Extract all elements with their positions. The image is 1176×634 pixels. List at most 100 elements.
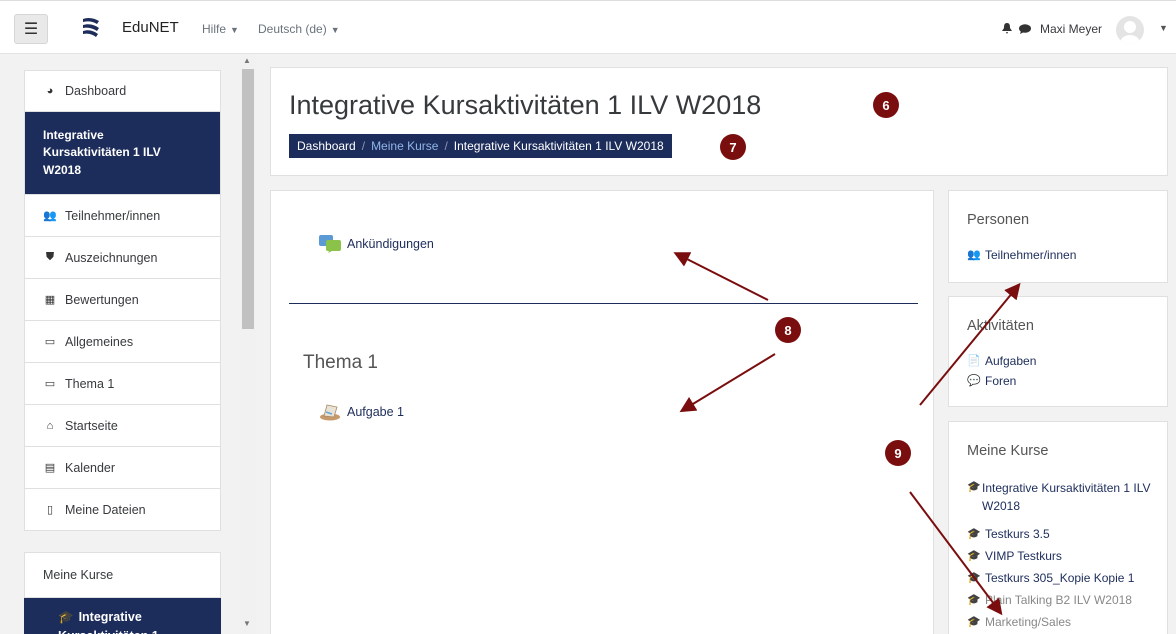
graduation-cap-icon: 🎓 [967, 616, 981, 628]
sidebar-group-header[interactable]: Meine Kurse [24, 552, 221, 598]
site-name[interactable]: EduNET [122, 19, 179, 36]
language-menu[interactable]: Deutsch (de) ▼ [258, 22, 340, 36]
sidebar-my-courses: Meine Kurse 🎓Integrative Kursaktivitäten… [24, 552, 221, 634]
annotation-badge: 8 [775, 317, 801, 343]
page-header: Integrative Kursaktivitäten 1 ILV W2018 … [270, 67, 1168, 176]
bell-icon[interactable] [1002, 23, 1012, 34]
table-icon: ▦ [44, 294, 56, 306]
sidebar-item-grades[interactable]: ▦ Bewertungen [24, 279, 221, 321]
assignments-link[interactable]: 📄 Aufgaben [967, 354, 1036, 368]
sidebar-item-label: Integrative Kursaktivitäten 1 ILV W2018 [43, 127, 161, 177]
sidebar: ◕ Dashboard Integrative Kursaktivitäten 1… [0, 55, 256, 634]
sidebar-item-label: Meine Dateien [65, 502, 146, 517]
sidebar-item-badges[interactable]: ⛊ Auszeichnungen [24, 237, 221, 279]
assignment-link[interactable]: Aufgabe 1 [347, 405, 404, 419]
user-name[interactable]: Maxi Meyer [1040, 22, 1102, 36]
course-link[interactable]: 🎓 Plain Talking B2 ILV W2018 [967, 593, 1132, 607]
menu-toggle-button[interactable]: ☰ [14, 14, 48, 44]
assignment-icon: 📄 [967, 355, 981, 367]
sidebar-item-label: Bewertungen [65, 292, 139, 307]
scroll-down-arrow-icon[interactable]: ▼ [243, 619, 251, 628]
graduation-cap-icon: 🎓 [967, 550, 981, 562]
link-label: Plain Talking B2 ILV W2018 [985, 593, 1132, 607]
forums-link[interactable]: 💬 Foren [967, 374, 1016, 388]
sidebar-item-topic-1[interactable]: ▭ Thema 1 [24, 363, 221, 405]
breadcrumb-my-courses[interactable]: Meine Kurse [371, 139, 438, 153]
avatar[interactable] [1116, 16, 1144, 44]
announcements-activity[interactable]: Ankündigungen [319, 235, 434, 253]
link-label: Testkurs 3.5 [985, 527, 1050, 541]
breadcrumb-separator: / [444, 139, 448, 153]
chevron-down-icon: ▼ [330, 25, 340, 35]
sidebar-item-current-course[interactable]: Integrative Kursaktivitäten 1 ILV W2018 [24, 112, 221, 195]
annotation-badge: 7 [720, 134, 746, 160]
course-content: Ankündigungen Thema 1 Aufgabe 1 [270, 190, 934, 634]
link-label: Integrative Kursaktivitäten 1 ILV W2018 [982, 481, 1151, 513]
graduation-cap-icon: 🎓 [967, 528, 981, 540]
edunet-logo-icon[interactable] [80, 15, 102, 39]
block-title: Meine Kurse [967, 443, 1049, 459]
link-label: Foren [985, 374, 1017, 388]
sidebar-item-label: Dashboard [65, 84, 127, 98]
link-label: Teilnehmer/innen [985, 248, 1077, 262]
file-icon: ▯ [46, 504, 54, 516]
participants-link[interactable]: 👥 Teilnehmer/innen [967, 248, 1076, 262]
sidebar-item-participants[interactable]: 👥 Teilnehmer/innen [24, 195, 221, 237]
page-title: Integrative Kursaktivitäten 1 ILV W2018 [289, 90, 762, 120]
course-link[interactable]: 🎓 VIMP Testkurs [967, 549, 1062, 563]
shield-icon: ⛊ [45, 251, 55, 263]
block-title: Aktivitäten [967, 318, 1034, 334]
forum-icon: 💬 [967, 375, 981, 387]
sidebar-item-general[interactable]: ▭ Allgemeines [24, 321, 221, 363]
announcements-link[interactable]: Ankündigungen [347, 237, 434, 251]
home-icon: ⌂ [46, 419, 54, 432]
sidebar-item-my-files[interactable]: ▯ Meine Dateien [24, 489, 221, 531]
annotation-badge: 9 [885, 440, 911, 466]
block-activities: Aktivitäten 📄 Aufgaben 💬 Foren [948, 296, 1168, 407]
assignment-activity[interactable]: Aufgabe 1 [319, 403, 404, 421]
sidebar-item-calendar[interactable]: ▤ Kalender [24, 447, 221, 489]
course-link[interactable]: 🎓 Marketing/Sales [967, 615, 1071, 629]
sidebar-item-dashboard[interactable]: ◕ Dashboard [24, 70, 221, 112]
chevron-down-icon: ▼ [230, 25, 239, 35]
scroll-up-arrow-icon[interactable]: ▲ [243, 56, 251, 65]
breadcrumb-separator: / [361, 139, 366, 153]
dashboard-icon: ◕ [46, 85, 54, 97]
top-navbar: ☰ EduNET Hilfe ▼ Deutsch (de) ▼ Maxi Meyer… [0, 0, 1176, 54]
forum-icon [319, 235, 341, 253]
chevron-down-icon[interactable]: ▼ [1159, 23, 1168, 33]
graduation-cap-icon: 🎓 [58, 610, 74, 624]
course-link[interactable]: 🎓 Testkurs 305_Kopie Kopie 1 [967, 571, 1134, 585]
section-title: Thema 1 [303, 352, 378, 373]
link-label: Marketing/Sales [985, 615, 1072, 629]
breadcrumb-dashboard[interactable]: Dashboard [297, 139, 356, 153]
sidebar-item-course[interactable]: 🎓Integrative Kursaktivitäten 1 [24, 598, 221, 634]
folder-icon: ▭ [44, 378, 56, 390]
annotation-badge: 6 [873, 92, 899, 118]
calendar-icon: ▤ [44, 462, 56, 474]
link-label: Testkurs 305_Kopie Kopie 1 [985, 571, 1135, 585]
breadcrumb: Dashboard / Meine Kurse / Integrative Ku… [289, 134, 672, 158]
sidebar-item-home[interactable]: ⌂ Startseite [24, 405, 221, 447]
block-my-courses: Meine Kurse 🎓 Integrative Kursaktivitäten… [948, 421, 1168, 634]
sidebar-item-label: Allgemeines [65, 334, 134, 349]
scrollbar-thumb[interactable] [242, 69, 254, 329]
sidebar-scrollbar[interactable]: ▲ ▼ [240, 55, 256, 634]
users-icon: 👥 [967, 249, 981, 261]
sidebar-item-label: Thema 1 [65, 376, 115, 391]
course-link[interactable]: 🎓 Integrative Kursaktivitäten 1 ILV W2018 [967, 479, 1157, 515]
chat-icon[interactable] [1019, 24, 1031, 34]
sidebar-item-label: Startseite [65, 418, 118, 433]
block-title: Personen [967, 212, 1030, 228]
breadcrumb-current-course[interactable]: Integrative Kursaktivitäten 1 ILV W2018 [454, 139, 664, 153]
help-label: Hilfe [202, 22, 227, 36]
graduation-cap-icon: 🎓 [967, 594, 981, 606]
folder-icon: ▭ [44, 336, 56, 348]
sidebar-item-label: Kalender [65, 460, 116, 475]
block-persons: Personen 👥 Teilnehmer/innen [948, 190, 1168, 283]
course-link[interactable]: 🎓 Testkurs 3.5 [967, 527, 1050, 541]
graduation-cap-icon: 🎓 [967, 572, 981, 584]
users-icon: 👥 [43, 210, 57, 222]
graduation-cap-icon: 🎓 [967, 481, 981, 493]
help-menu[interactable]: Hilfe ▼ [202, 22, 239, 36]
